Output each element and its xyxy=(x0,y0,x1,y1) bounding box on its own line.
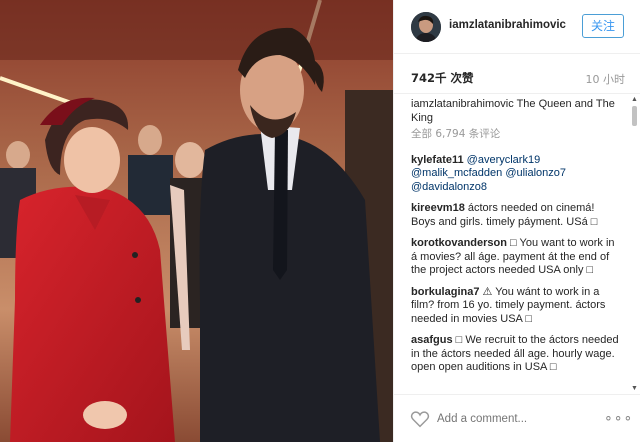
comment-item: korotkovanderson □ You want to work in a… xyxy=(411,237,619,278)
comment-item: borkulagina7 ⚠ You wánt to work in a fi… xyxy=(411,286,619,327)
scroll-up-icon[interactable]: ▲ xyxy=(631,96,638,103)
post-details-panel: iamzlatanibrahimovic 关注 742千 次赞 10 小时 ia… xyxy=(393,0,640,442)
view-all-comments-link[interactable]: 全部 6,794 条评论 xyxy=(411,128,619,142)
likes-count[interactable]: 742千 次赞 xyxy=(411,70,474,86)
comment-username[interactable]: kireevm18 xyxy=(411,202,465,214)
comment-username[interactable]: kylefate11 xyxy=(411,154,464,166)
comment-item: kylefate11 @averyclark19 @malik_mcfadden… xyxy=(411,154,619,195)
post-timestamp[interactable]: 10 小时 xyxy=(586,71,626,87)
username-link[interactable]: iamzlatanibrahimovic xyxy=(449,19,566,31)
avatar[interactable] xyxy=(411,12,441,42)
post-photo-image xyxy=(0,0,393,442)
post-footer: ∘∘∘ xyxy=(394,394,640,442)
caption: iamzlatanibrahimovic The Queen and The K… xyxy=(411,98,619,125)
comment-item: asafgus □ We recruit to the áctors need… xyxy=(411,334,619,375)
scroll-down-icon[interactable]: ▼ xyxy=(631,385,638,392)
comments-list: iamzlatanibrahimovic The Queen and The K… xyxy=(411,98,619,390)
post-header: iamzlatanibrahimovic 关注 xyxy=(394,0,640,54)
comment-username[interactable]: asafgus xyxy=(411,334,453,346)
follow-button[interactable]: 关注 xyxy=(582,14,624,38)
scrollbar-thumb[interactable] xyxy=(632,106,637,126)
comment-username[interactable]: borkulagina7 xyxy=(411,286,479,298)
avatar-image xyxy=(411,12,441,42)
caption-username[interactable]: iamzlatanibrahimovic xyxy=(411,98,514,110)
comment-item: kireevm18 áctors needed on cinemá! Boy… xyxy=(411,202,619,229)
post-stats: 742千 次赞 10 小时 xyxy=(394,54,640,94)
comment-username[interactable]: korotkovanderson xyxy=(411,237,507,249)
add-comment-input[interactable] xyxy=(437,411,587,427)
heart-icon[interactable] xyxy=(410,410,430,428)
post-photo[interactable] xyxy=(0,0,393,442)
more-options-icon[interactable]: ∘∘∘ xyxy=(604,409,633,426)
comments-scrollbar[interactable]: ▲ ▼ xyxy=(630,96,639,392)
